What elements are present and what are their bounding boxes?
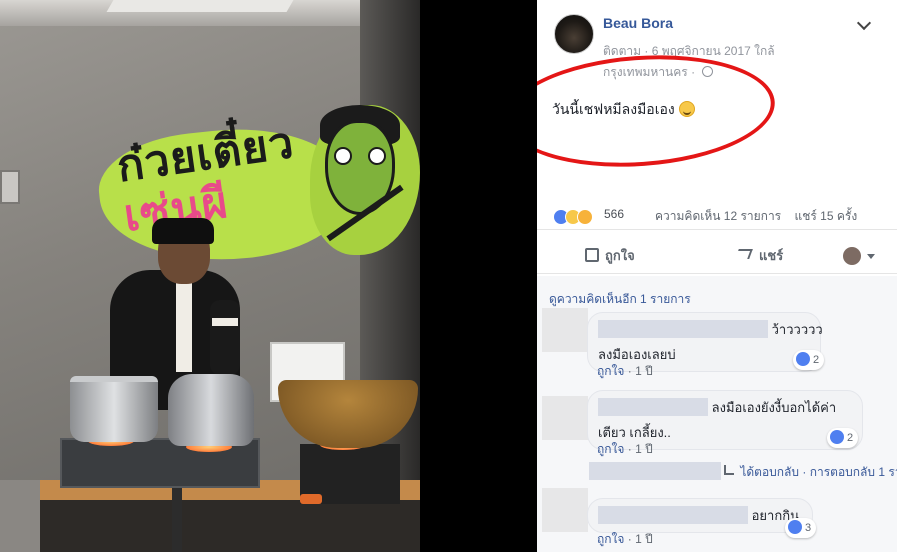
share-count[interactable]: แชร์ 15 ครั้ง bbox=[795, 209, 858, 223]
reply-row[interactable]: ได้ตอบกลับ · การตอบกลับ 1 รายการ bbox=[589, 462, 897, 482]
comment-like-link[interactable]: ถูกใจ bbox=[597, 442, 624, 456]
reply-dot: · bbox=[802, 465, 810, 479]
counter-base bbox=[40, 500, 420, 552]
comment-reaction-badge[interactable]: 3 bbox=[785, 518, 817, 538]
chef-arm bbox=[210, 300, 240, 375]
author-avatar[interactable] bbox=[554, 14, 594, 54]
footer-dot: · bbox=[627, 532, 636, 546]
post-text: วันนี้เชฟหมีลงมือเอง bbox=[552, 99, 695, 121]
gas-hose bbox=[172, 488, 182, 552]
comment-reaction-badge[interactable]: 2 bbox=[827, 428, 859, 448]
comment-text-row: ว้าววววว bbox=[598, 319, 823, 340]
comment-footer: ถูกใจ · 1 ปี bbox=[597, 530, 653, 549]
chef-shirt bbox=[176, 272, 192, 372]
comment-time[interactable]: 1 ปี bbox=[635, 532, 653, 546]
page-avatar[interactable] bbox=[843, 247, 861, 265]
photo-ceiling bbox=[0, 0, 420, 26]
comments-section: ดูความคิดเห็นอีก 1 รายการ ว้าววววว ลงมือ… bbox=[537, 276, 897, 552]
reply-label: ได้ตอบกลับ bbox=[740, 465, 800, 479]
comment-text: ลงมือเองยังงี้บอกได้ค่า bbox=[711, 400, 837, 415]
hose-clamp bbox=[300, 494, 322, 504]
wow-icon bbox=[577, 208, 593, 225]
ceiling-light bbox=[106, 0, 294, 12]
pressure-pot bbox=[168, 374, 254, 446]
post-message: วันนี้เชฟหมีลงมือเอง bbox=[552, 101, 675, 117]
commenter-name-blurred[interactable] bbox=[598, 398, 708, 416]
commenter-name-blurred[interactable] bbox=[598, 506, 748, 524]
comment-reaction-count: 2 bbox=[813, 354, 820, 366]
chef-arm-band bbox=[212, 318, 238, 326]
comment-bubble: อยากกิน bbox=[587, 498, 813, 533]
footer-dot: · bbox=[627, 364, 636, 378]
like-button[interactable]: ถูกใจ bbox=[585, 245, 635, 266]
chef-cap bbox=[152, 218, 214, 244]
like-icon bbox=[830, 430, 844, 444]
comment-time[interactable]: 1 ปี bbox=[635, 364, 653, 378]
reaction-icons[interactable] bbox=[553, 206, 593, 225]
comment-reaction-count: 2 bbox=[847, 432, 854, 444]
chevron-down-icon[interactable] bbox=[856, 15, 872, 31]
commenter-avatar[interactable] bbox=[542, 488, 588, 532]
comment-reaction-badge[interactable]: 2 bbox=[793, 350, 825, 370]
stats-gap bbox=[784, 209, 791, 223]
photo-viewer: ก๋วยเตี๋ยว เซ่นผี Beau Bora ติดตาม · 6 พ… bbox=[0, 0, 897, 552]
commenter-name-blurred[interactable] bbox=[598, 320, 768, 338]
caret-down-icon[interactable] bbox=[867, 254, 875, 259]
view-more-comments-link[interactable]: ดูความคิดเห็นอีก 1 รายการ bbox=[549, 290, 691, 309]
commenter-avatar[interactable] bbox=[542, 308, 588, 352]
zombie-eye-left bbox=[334, 147, 352, 165]
share-button[interactable]: แชร์ bbox=[735, 245, 784, 266]
comment-text-row: อยากกิน bbox=[598, 505, 802, 526]
post-photo[interactable]: ก๋วยเตี๋ยว เซ่นผี bbox=[0, 0, 420, 552]
reply-count[interactable]: การตอบกลับ 1 รายการ bbox=[810, 465, 897, 479]
commenter-avatar[interactable] bbox=[542, 396, 588, 440]
post-actions: ถูกใจ แชร์ bbox=[537, 236, 897, 274]
engagement-stats: ความคิดเห็น 12 รายการ แชร์ 15 ครั้ง bbox=[655, 207, 857, 226]
comment-reaction-count: 3 bbox=[805, 522, 812, 534]
author-name[interactable]: Beau Bora bbox=[603, 15, 673, 31]
zombie-eye-right bbox=[368, 147, 386, 165]
comment-count[interactable]: ความคิดเห็น 12 รายการ bbox=[655, 209, 781, 223]
like-icon bbox=[796, 352, 810, 366]
smile-emoji-icon bbox=[678, 101, 695, 117]
reaction-count[interactable]: 566 bbox=[604, 207, 624, 221]
replier-name-blurred[interactable] bbox=[589, 462, 721, 480]
comment-text-row: ลงมือเองยังงี้บอกได้ค่า bbox=[598, 397, 852, 418]
footer-dot: · bbox=[627, 442, 636, 456]
electric-box bbox=[0, 170, 20, 204]
like-label: ถูกใจ bbox=[605, 248, 635, 263]
restaurant-sign: ก๋วยเตี๋ยว เซ่นผี bbox=[80, 100, 420, 273]
reply-arrow-icon bbox=[724, 465, 735, 475]
comment-like-link[interactable]: ถูกใจ bbox=[597, 532, 624, 546]
stock-pot bbox=[70, 376, 158, 442]
post-panel: Beau Bora ติดตาม · 6 พฤศจิกายน 2017 ใกล้… bbox=[537, 0, 897, 552]
comment-footer: ถูกใจ · 1 ปี bbox=[597, 362, 653, 381]
share-arrow-icon bbox=[735, 249, 753, 259]
reaction-summary: 566 ความคิดเห็น 12 รายการ แชร์ 15 ครั้ง bbox=[537, 200, 897, 230]
thumbs-up-icon bbox=[585, 248, 599, 262]
like-icon bbox=[788, 520, 802, 534]
comment-text: ว้าววววว bbox=[771, 322, 823, 337]
comment-footer: ถูกใจ · 1 ปี bbox=[597, 440, 653, 459]
comment-time[interactable]: 1 ปี bbox=[635, 442, 653, 456]
comment-like-link[interactable]: ถูกใจ bbox=[597, 364, 624, 378]
share-label: แชร์ bbox=[759, 248, 784, 263]
